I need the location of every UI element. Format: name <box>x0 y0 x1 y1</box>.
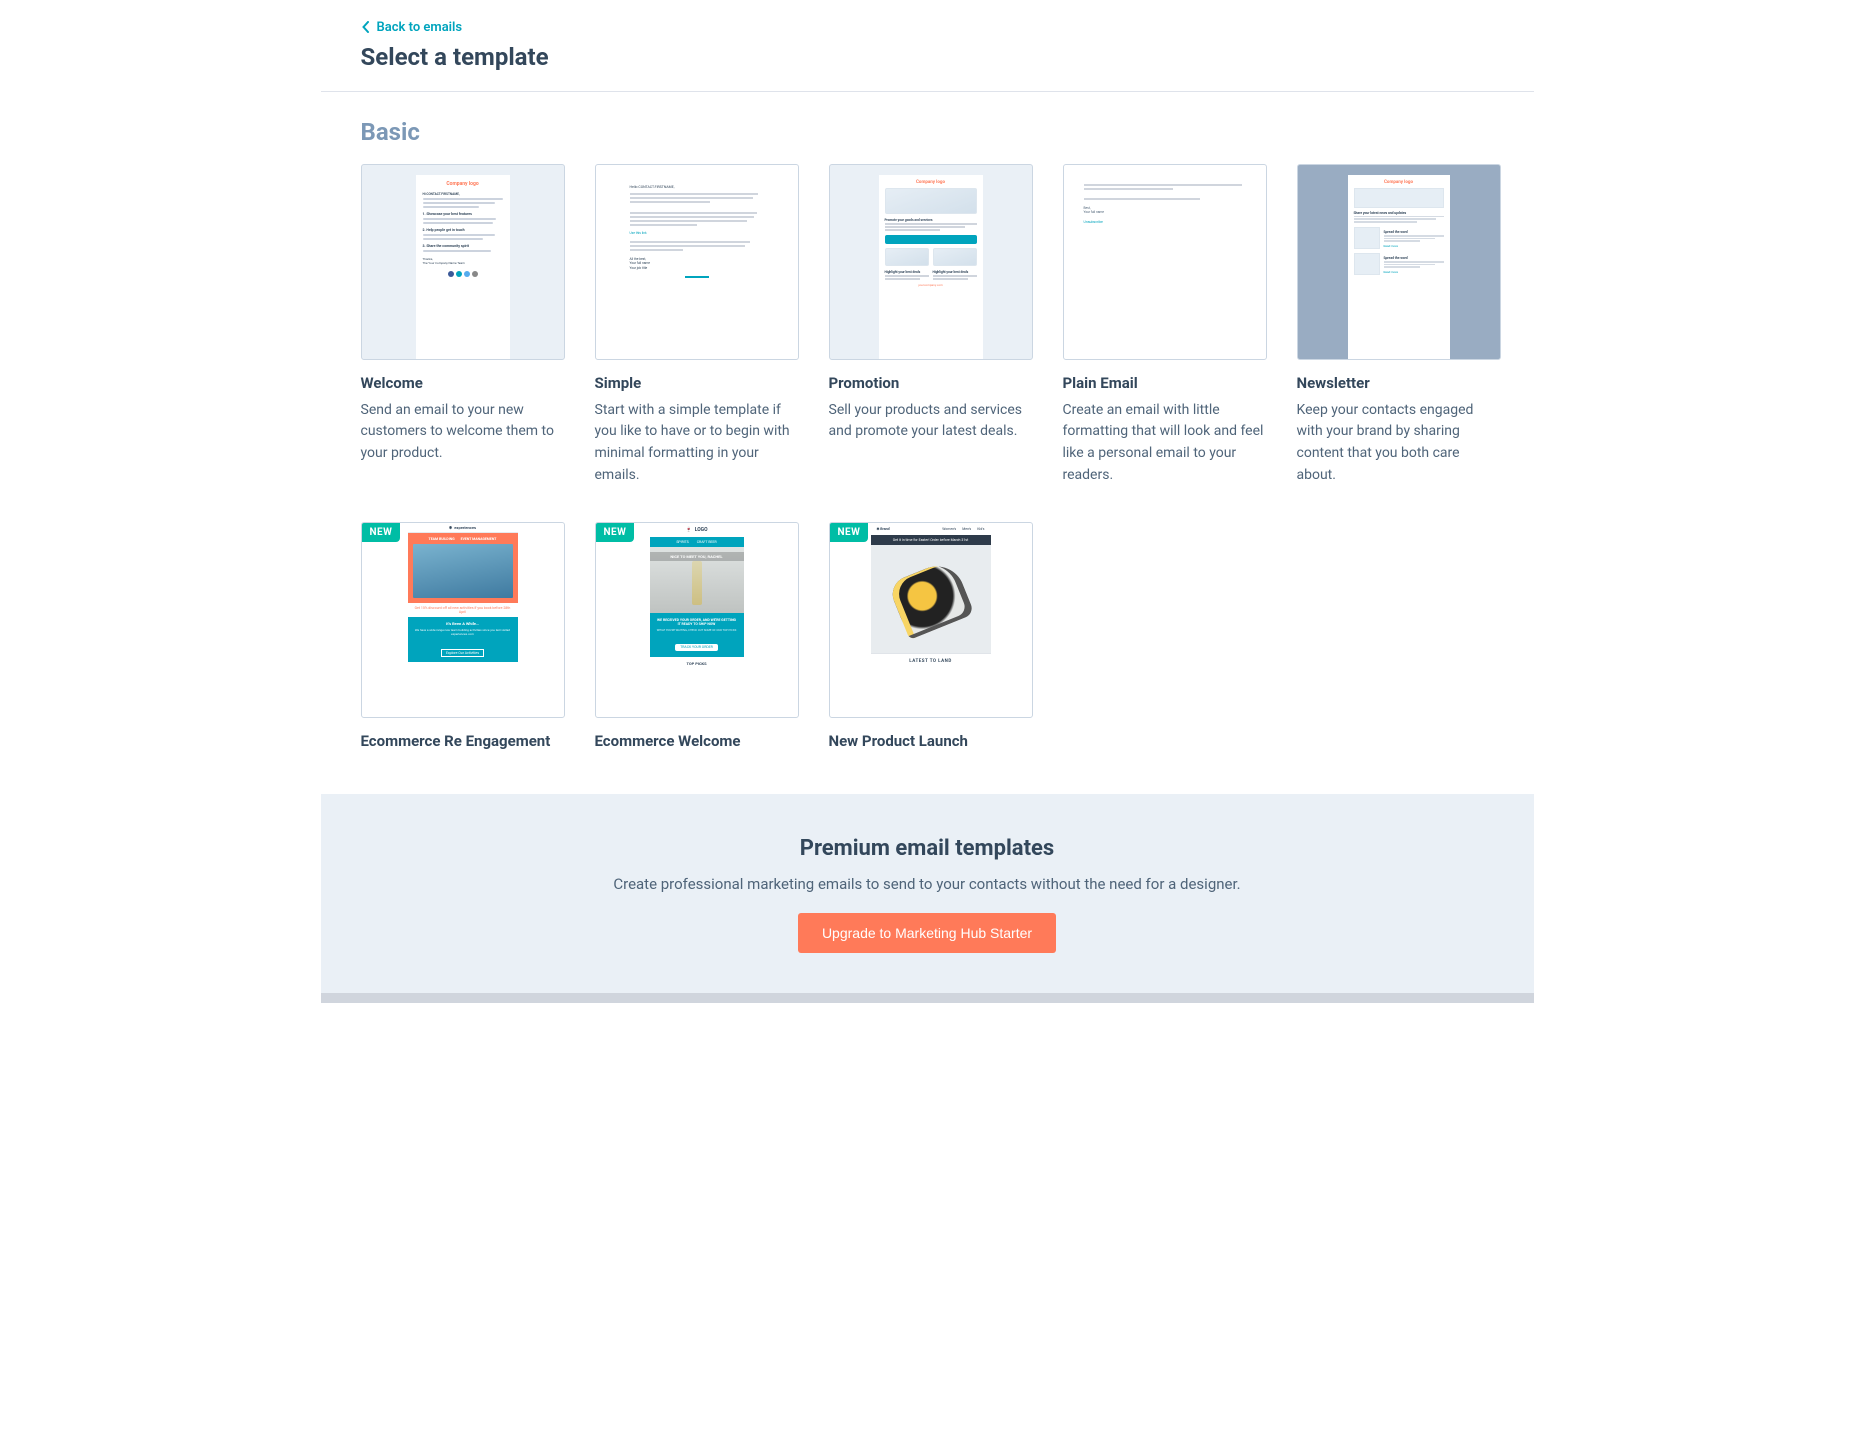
section-title-basic: Basic <box>361 118 1494 146</box>
template-title: Newsletter <box>1297 374 1501 392</box>
page-header: Back to emails Select a template <box>321 0 1534 92</box>
premium-subtitle: Create professional marketing emails to … <box>361 875 1494 893</box>
template-desc: Sell your products and services and prom… <box>829 400 1033 443</box>
template-desc: Create an email with little formatting t… <box>1063 400 1267 487</box>
premium-section: Premium email templates Create professio… <box>321 794 1534 993</box>
template-thumb: NEW 🍷LOGO SPIRITSCRAFT BEER NICE TO MEET… <box>595 522 799 718</box>
template-title: Welcome <box>361 374 565 392</box>
template-title: Simple <box>595 374 799 392</box>
template-desc: Keep your contacts engaged with your bra… <box>1297 400 1501 487</box>
back-to-emails-link[interactable]: Back to emails <box>361 20 463 35</box>
template-card-promotion[interactable]: Company logo Promote your goods and serv… <box>829 164 1033 487</box>
template-thumb: Company logo Promote your goods and serv… <box>829 164 1033 360</box>
template-title: New Product Launch <box>829 732 1033 750</box>
template-thumb: Company logo Hi CONTACT.FIRSTNAME, 1. Sh… <box>361 164 565 360</box>
back-link-label: Back to emails <box>377 20 463 35</box>
new-badge: NEW <box>596 523 635 542</box>
template-card-new-product-launch[interactable]: NEW ✱ Brand Women'sMen'sKid's Get it in … <box>829 522 1033 758</box>
template-desc: Send an email to your new customers to w… <box>361 400 565 465</box>
template-title: Promotion <box>829 374 1033 392</box>
template-thumb: NEW ✱experiences TEAM BUILDINGEVENT MANA… <box>361 522 565 718</box>
template-card-plain[interactable]: Best,Your full name Unsubscribe Plain Em… <box>1063 164 1267 487</box>
chevron-left-icon <box>361 21 371 33</box>
new-badge: NEW <box>830 523 869 542</box>
template-desc: Start with a simple template if you like… <box>595 400 799 487</box>
premium-title: Premium email templates <box>361 836 1494 861</box>
template-thumb: NEW ✱ Brand Women'sMen'sKid's Get it in … <box>829 522 1033 718</box>
footer-bar <box>321 993 1534 1003</box>
template-thumb: Hello CONTACT.FIRSTNAME, Use this link A… <box>595 164 799 360</box>
template-thumb: Company logo Share your latest news and … <box>1297 164 1501 360</box>
template-card-welcome[interactable]: Company logo Hi CONTACT.FIRSTNAME, 1. Sh… <box>361 164 565 487</box>
template-card-ecommerce-welcome[interactable]: NEW 🍷LOGO SPIRITSCRAFT BEER NICE TO MEET… <box>595 522 799 758</box>
templates-grid: Company logo Hi CONTACT.FIRSTNAME, 1. Sh… <box>361 164 1494 759</box>
template-card-simple[interactable]: Hello CONTACT.FIRSTNAME, Use this link A… <box>595 164 799 487</box>
template-title: Ecommerce Welcome <box>595 732 799 750</box>
template-card-newsletter[interactable]: Company logo Share your latest news and … <box>1297 164 1501 487</box>
template-title: Ecommerce Re Engagement <box>361 732 565 750</box>
template-card-ecommerce-reengagement[interactable]: NEW ✱experiences TEAM BUILDINGEVENT MANA… <box>361 522 565 758</box>
upgrade-button[interactable]: Upgrade to Marketing Hub Starter <box>798 913 1056 953</box>
new-badge: NEW <box>362 523 401 542</box>
template-title: Plain Email <box>1063 374 1267 392</box>
page-title: Select a template <box>361 43 1494 71</box>
template-thumb: Best,Your full name Unsubscribe <box>1063 164 1267 360</box>
